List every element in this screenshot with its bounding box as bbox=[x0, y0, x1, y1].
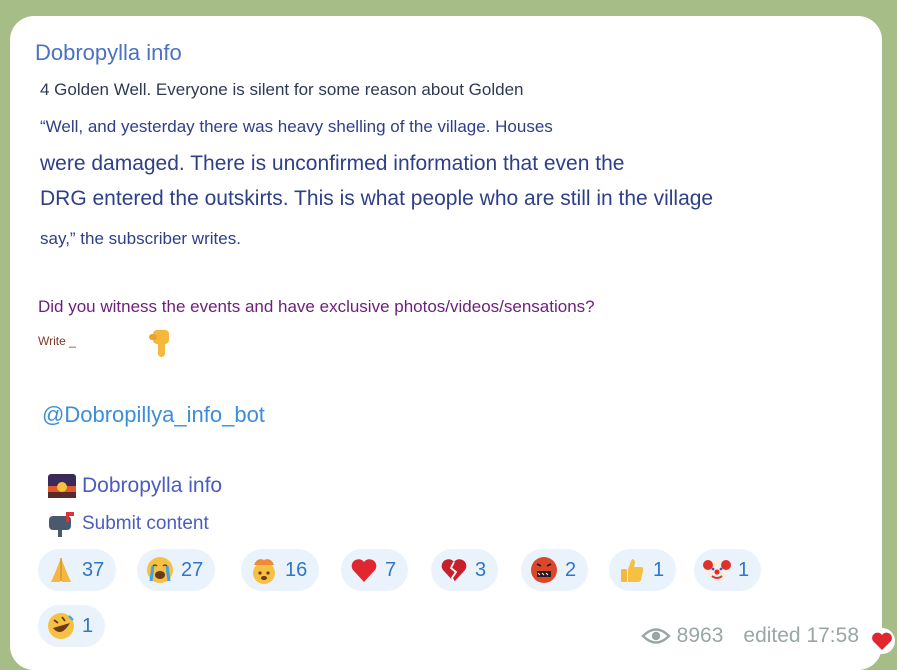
eye-icon bbox=[640, 628, 671, 644]
reaction-count: 37 bbox=[82, 559, 105, 581]
bot-link[interactable]: @Dobropillya_info_bot bbox=[42, 402, 265, 428]
pointing-down-icon bbox=[149, 330, 169, 357]
call-to-action: Did you witness the events and have excl… bbox=[38, 297, 595, 316]
reaction-praying-hands[interactable]: 37 bbox=[38, 549, 117, 591]
reaction-broken-heart[interactable]: 3 bbox=[431, 549, 499, 591]
view-count: 8963 bbox=[676, 624, 724, 647]
edited-timestamp: edited 17:58 bbox=[743, 624, 859, 647]
submit-content-label: Submit content bbox=[82, 513, 209, 534]
reaction-red-heart[interactable]: 7 bbox=[341, 549, 409, 591]
channel-footer-link[interactable]: Dobropylla info bbox=[46, 472, 222, 500]
reaction-count: 7 bbox=[385, 559, 397, 581]
reaction-rofl[interactable]: 1 bbox=[38, 605, 106, 647]
post-line-3: were damaged. There is unconfirmed infor… bbox=[40, 152, 625, 175]
reaction-count: 1 bbox=[82, 615, 94, 637]
reaction-thumbs-up[interactable]: 1 bbox=[609, 549, 677, 591]
reaction-count: 1 bbox=[653, 559, 665, 581]
reaction-clown-face[interactable]: 1 bbox=[694, 549, 762, 591]
submit-content-link[interactable]: Submit content bbox=[46, 510, 209, 538]
reaction-crying-face[interactable]: 27 bbox=[137, 549, 216, 591]
reaction-cursing-face[interactable]: 2 bbox=[521, 549, 589, 591]
thumbs-up-icon bbox=[621, 559, 644, 582]
own-reaction-heart-icon[interactable] bbox=[868, 627, 896, 655]
channel-footer-label: Dobropylla info bbox=[82, 474, 223, 497]
praying-hands-icon bbox=[51, 558, 71, 582]
sunset-image-icon bbox=[48, 474, 76, 498]
reaction-count: 2 bbox=[565, 559, 577, 581]
write-label: Write _ bbox=[38, 334, 76, 348]
mailbox-icon bbox=[49, 512, 74, 537]
clown-face-icon bbox=[703, 560, 731, 582]
reaction-count: 16 bbox=[285, 559, 308, 581]
channel-name[interactable]: Dobropylla info bbox=[35, 40, 182, 66]
broken-heart-icon bbox=[441, 559, 467, 583]
cursing-face-icon bbox=[531, 557, 557, 583]
reaction-exploding-head[interactable]: 16 bbox=[241, 549, 320, 591]
reaction-count: 1 bbox=[738, 559, 750, 581]
message-meta: 8963 edited 17:58 bbox=[640, 624, 859, 648]
post-line-2: “Well, and yesterday there was heavy she… bbox=[40, 117, 553, 136]
post-line-5: say,” the subscriber writes. bbox=[40, 229, 241, 248]
post-line-1: 4 Golden Well. Everyone is silent for so… bbox=[40, 80, 524, 99]
rolling-on-floor-laughing-icon bbox=[48, 613, 74, 639]
exploding-head-icon bbox=[253, 559, 275, 584]
reaction-count: 27 bbox=[181, 559, 204, 581]
post-line-4: DRG entered the outskirts. This is what … bbox=[40, 187, 714, 210]
red-heart-icon bbox=[351, 559, 377, 582]
reaction-count: 3 bbox=[475, 559, 487, 581]
loudly-crying-face-icon bbox=[147, 557, 173, 583]
